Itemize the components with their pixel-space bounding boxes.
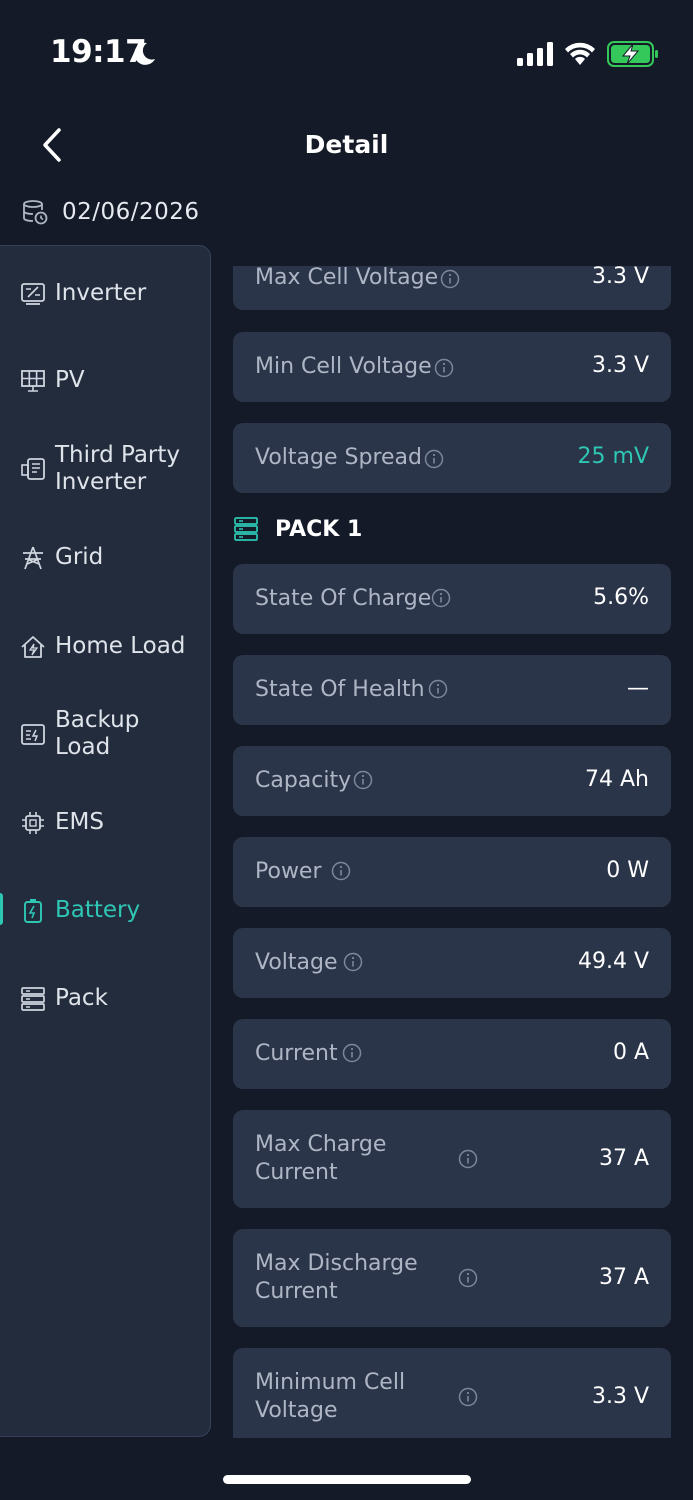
metric-value: 37 A	[598, 1265, 649, 1290]
info-icon[interactable]	[428, 679, 448, 699]
sidebar-item-battery[interactable]: Battery	[20, 897, 200, 924]
metric-label: Max Cell Voltage	[255, 266, 439, 290]
sidebar-item-label: EMS	[55, 809, 104, 835]
date-selector[interactable]: 02/06/2026	[22, 196, 200, 228]
pack-icon	[234, 517, 258, 541]
metric-label: Max Charge Current	[255, 1132, 387, 1185]
detail-content[interactable]: Max Cell Voltage 3.3 V Min Cell Voltage …	[233, 266, 673, 1438]
metric-value: 74 Ah	[585, 767, 649, 792]
sidebar-item-label: Third Party Inverter	[55, 442, 180, 495]
metric-card: Voltage Spread 25 mV	[233, 423, 671, 493]
home-indicator[interactable]	[223, 1475, 471, 1484]
metric-card: Power 0 W	[233, 837, 671, 907]
page-title: Detail	[304, 130, 389, 159]
sidebar-item-label: Battery	[55, 897, 141, 923]
date-text: 02/06/2026	[62, 199, 200, 225]
metric-card: Max Discharge Current 37 A	[233, 1229, 671, 1327]
info-icon[interactable]	[458, 1149, 478, 1169]
sidebar-item-label: Grid	[55, 544, 104, 570]
info-icon[interactable]	[424, 449, 444, 469]
metric-label: Max Discharge Current	[255, 1251, 418, 1304]
grid-tower-icon	[20, 545, 46, 571]
metric-card: Min Cell Voltage 3.3 V	[233, 332, 671, 402]
metric-label: Min Cell Voltage	[255, 354, 432, 379]
sidebar-item-inverter[interactable]: Inverter	[20, 280, 200, 307]
sidebar-item-label: Inverter	[55, 280, 147, 306]
info-icon[interactable]	[458, 1387, 478, 1407]
sidebar: Inverter PV Third Party Inverter Grid Hom	[0, 245, 211, 1437]
battery-icon	[20, 898, 46, 924]
sidebar-item-label: PV	[55, 367, 85, 393]
sidebar-item-ems[interactable]: EMS	[20, 809, 200, 836]
sidebar-item-third-party-inverter[interactable]: Third Party Inverter	[20, 442, 200, 496]
sidebar-item-label: Backup Load	[55, 707, 140, 760]
info-icon[interactable]	[431, 588, 451, 608]
metric-card: Max Cell Voltage 3.3 V	[233, 266, 671, 310]
active-indicator	[0, 893, 3, 925]
sidebar-item-label: Pack	[55, 985, 108, 1011]
info-icon[interactable]	[458, 1268, 478, 1288]
metric-label: Minimum Cell Voltage	[255, 1370, 406, 1423]
metric-value: 3.3 V	[591, 1384, 649, 1409]
metric-label: Power	[255, 859, 322, 884]
info-icon[interactable]	[342, 1043, 362, 1063]
metric-value: 25 mV	[577, 444, 649, 469]
metric-label: State Of Health	[255, 677, 425, 702]
home-load-icon	[20, 634, 46, 660]
moon-icon	[134, 42, 155, 65]
sidebar-item-pv[interactable]: PV	[20, 367, 200, 394]
pack-icon	[20, 986, 46, 1012]
sidebar-item-grid[interactable]: Grid	[20, 544, 200, 571]
metric-label: Capacity	[255, 768, 352, 793]
metric-label: State Of Charge	[255, 586, 432, 611]
metric-card: Current 0 A	[233, 1019, 671, 1089]
metric-value: 3.3 V	[591, 353, 649, 378]
info-icon[interactable]	[353, 770, 373, 790]
info-icon[interactable]	[434, 358, 454, 378]
metric-label: Voltage	[255, 950, 338, 975]
third-party-inverter-icon	[20, 456, 46, 482]
info-icon[interactable]	[331, 861, 351, 881]
metric-card: Voltage 49.4 V	[233, 928, 671, 998]
sidebar-item-home-load[interactable]: Home Load	[20, 633, 200, 660]
sidebar-item-label: Home Load	[55, 633, 186, 659]
sidebar-item-backup-load[interactable]: Backup Load	[20, 707, 200, 761]
info-icon[interactable]	[440, 269, 460, 289]
metric-label: Current	[255, 1041, 338, 1066]
wifi-icon	[565, 42, 595, 65]
solar-panel-icon	[20, 368, 46, 394]
battery-charging-status-icon	[607, 41, 658, 67]
metric-card: Capacity 74 Ah	[233, 746, 671, 816]
metric-value: 0 W	[606, 858, 649, 883]
info-icon[interactable]	[343, 952, 363, 972]
metric-value: 3.3 V	[591, 266, 649, 289]
metric-value: 5.6%	[593, 585, 649, 610]
backup-load-icon	[20, 721, 46, 747]
cellular-signal-icon	[517, 42, 553, 66]
metric-value: 37 A	[598, 1146, 649, 1171]
chip-icon	[20, 810, 46, 836]
database-clock-icon	[23, 200, 48, 225]
metric-card: State Of Charge 5.6%	[233, 564, 671, 634]
metric-value: 0 A	[612, 1040, 649, 1065]
pack-section-header: PACK 1	[233, 514, 362, 544]
metric-label: Voltage Spread	[255, 445, 422, 470]
metric-card: Max Charge Current 37 A	[233, 1110, 671, 1208]
metric-card: State Of Health —	[233, 655, 671, 725]
metric-card: Minimum Cell Voltage 3.3 V	[233, 1348, 671, 1438]
detail-screen: 19:17 Detail 02/06/2026 Inverter PV Thir…	[0, 0, 693, 1500]
metric-value: —	[627, 676, 649, 701]
sidebar-item-pack[interactable]: Pack	[20, 985, 200, 1012]
metric-value: 49.4 V	[577, 949, 649, 974]
inverter-icon	[20, 281, 46, 307]
pack-title: PACK 1	[275, 516, 363, 542]
